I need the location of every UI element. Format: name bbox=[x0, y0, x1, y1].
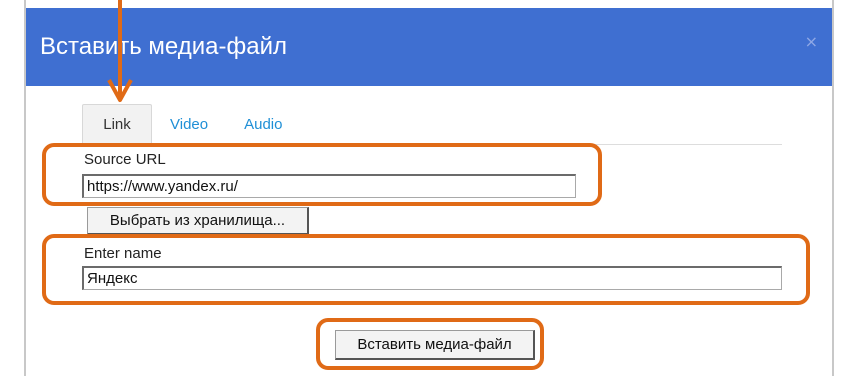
browse-storage-button[interactable]: Выбрать из хранилища... bbox=[87, 207, 309, 235]
tab-link[interactable]: Link bbox=[82, 104, 152, 144]
tab-audio[interactable]: Audio bbox=[226, 104, 300, 144]
media-tabs: Link Video Audio bbox=[82, 104, 300, 144]
dialog-title: Вставить медиа-файл bbox=[40, 33, 287, 60]
insert-button-highlight bbox=[316, 318, 544, 370]
close-icon[interactable]: × bbox=[805, 32, 818, 51]
pointer-arrow-icon bbox=[107, 0, 133, 102]
name-field-highlight bbox=[42, 234, 810, 305]
source-url-highlight bbox=[42, 143, 602, 206]
tab-video[interactable]: Video bbox=[152, 104, 226, 144]
dialog-header: Вставить медиа-файл × bbox=[26, 8, 832, 86]
